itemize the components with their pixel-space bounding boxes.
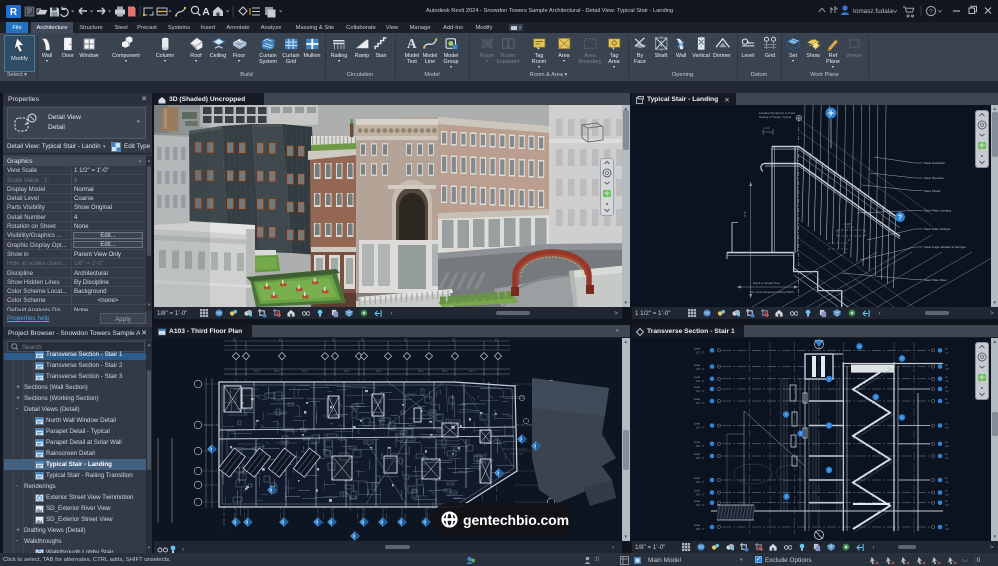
svg-text:?: ? (828, 469, 830, 473)
svg-text:2”: 2” (848, 238, 851, 242)
svg-text:187’: 187’ (945, 428, 950, 430)
svg-text:12’: 12’ (495, 338, 499, 342)
svg-text:289’ - 0”: 289’ - 0” (696, 529, 705, 531)
svg-text:Level: Level (694, 348, 700, 351)
svg-text:24’-0: 24’-0 (254, 370, 260, 373)
svg-text:1 1/2”: 1 1/2” (844, 222, 851, 226)
svg-text:254’ - 0”: 254’ - 0” (696, 495, 705, 497)
svg-text:12’: 12’ (233, 338, 237, 342)
svg-text:?: ? (901, 416, 903, 420)
svg-text:205’: 205’ (945, 446, 950, 448)
svg-text:187’ - 0”: 187’ - 0” (696, 428, 705, 430)
svg-text:12’: 12’ (361, 338, 365, 342)
svg-text:Level: Level (694, 490, 700, 493)
svg-text:24’-0: 24’-0 (302, 370, 308, 373)
svg-text:140’ - 0”: 140’ - 0” (696, 381, 705, 383)
svg-text:128’: 128’ (945, 369, 950, 371)
svg-text:?: ? (785, 495, 787, 499)
svg-text:?: ? (828, 424, 830, 428)
svg-text:218’ - 0”: 218’ - 0” (696, 458, 705, 460)
svg-text:163’: 163’ (945, 403, 950, 405)
svg-text:Steel Plate Riser: Steel Plate Riser (924, 278, 947, 282)
svg-text:Min. Code Required Landing Wid: Min. Code Required Landing Width (750, 290, 794, 294)
svg-text:151’ - 0”: 151’ - 0” (696, 391, 705, 393)
svg-text:24’-0: 24’-0 (274, 370, 280, 373)
svg-text:24’-0: 24’-0 (344, 370, 350, 373)
svg-text:?: ? (859, 345, 861, 349)
svg-text:Level: Level (694, 423, 700, 426)
svg-text:Steel Handrail: Steel Handrail (924, 176, 944, 180)
svg-text:?: ? (828, 378, 830, 382)
svg-text:Level: Level (694, 376, 700, 379)
svg-text:?: ? (898, 215, 902, 222)
svg-text:Level: Level (694, 524, 700, 527)
svg-text:264’: 264’ (945, 505, 950, 507)
svg-text:Level: Level (694, 398, 700, 401)
svg-text:163’ - 0”: 163’ - 0” (696, 403, 705, 405)
svg-text:12’: 12’ (452, 338, 456, 342)
svg-text:12’: 12’ (332, 338, 336, 342)
svg-text:?: ? (901, 357, 903, 361)
svg-text:242’ - 0”: 242’ - 0” (696, 482, 705, 484)
svg-text:1’-0: 1’-0 (764, 126, 769, 130)
svg-text:Steel Angle Welded to Stringer: Steel Angle Welded to Stringer (924, 245, 966, 249)
svg-text:3’-6”: 3’-6” (743, 211, 747, 217)
svg-text:24’-0: 24’-0 (469, 370, 475, 373)
svg-text:tomasz.fudala: tomasz.fudala (853, 8, 893, 15)
svg-text:218’: 218’ (945, 458, 950, 460)
svg-text:?: ? (800, 432, 802, 436)
svg-text:112’ - 0”: 112’ - 0” (696, 353, 704, 355)
svg-text:242’: 242’ (945, 482, 950, 484)
svg-text:Steel Picket: Steel Picket (924, 189, 940, 193)
svg-text:Level: Level (694, 441, 700, 444)
svg-text:Steel Plate Landing: Steel Plate Landing (924, 209, 951, 213)
svg-text:Level: Level (694, 453, 700, 456)
svg-text:Level: Level (694, 477, 700, 480)
svg-text:151’: 151’ (945, 391, 950, 393)
svg-text:289’: 289’ (945, 529, 950, 531)
svg-text:?: ? (785, 413, 787, 417)
svg-text:24’-0: 24’-0 (418, 370, 424, 373)
svg-text:Equal or Greater than: Equal or Greater than (753, 281, 780, 285)
svg-text:112’: 112’ (945, 352, 949, 354)
svg-text:Level: Level (694, 364, 700, 367)
svg-text:Level: Level (694, 500, 700, 503)
svg-text:12’: 12’ (279, 338, 283, 342)
svg-text:?: ? (929, 9, 933, 16)
svg-text:Nosing of Tread, Typical: Nosing of Tread, Typical (759, 115, 791, 119)
svg-text:264’ - 0”: 264’ - 0” (696, 505, 705, 507)
svg-text:Steel Guardrail: Steel Guardrail (924, 161, 945, 165)
svg-text:128’ - 0”: 128’ - 0” (696, 369, 705, 371)
svg-text:205’ - 0”: 205’ - 0” (696, 446, 705, 448)
svg-text:?: ? (875, 396, 877, 400)
svg-text:254’: 254’ (945, 495, 950, 497)
svg-text:Steel Plate Stringer: Steel Plate Stringer (924, 227, 951, 231)
svg-text:140’: 140’ (945, 381, 950, 383)
svg-text:12’: 12’ (404, 338, 408, 342)
svg-text:24’-0: 24’-0 (442, 370, 448, 373)
svg-text:Level: Level (694, 386, 700, 389)
svg-text:24’-0: 24’-0 (376, 370, 382, 373)
